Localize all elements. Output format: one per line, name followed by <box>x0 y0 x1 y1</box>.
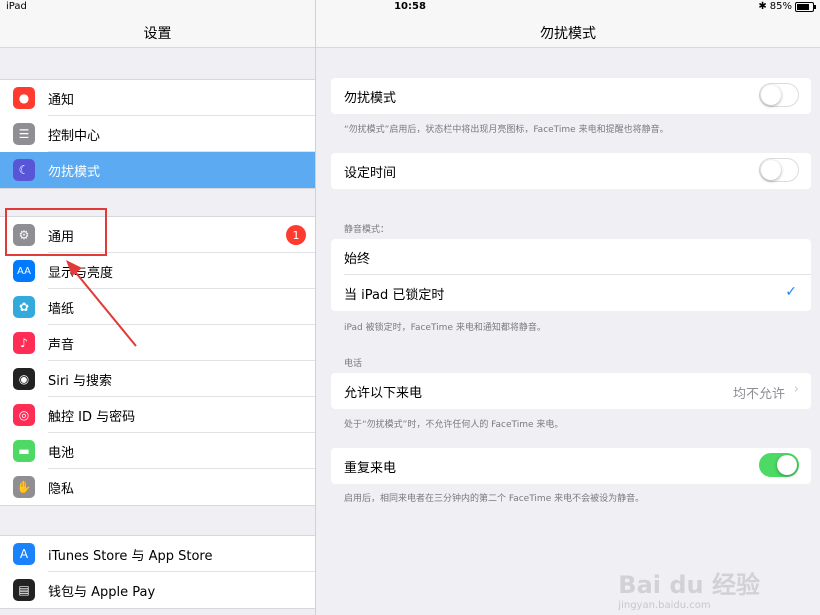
sidebar-item-control-center[interactable]: ☰ 控制中心 <box>0 116 315 152</box>
allow-calls-label: 允许以下来电 <box>344 385 423 401</box>
speaker-icon: ♪ <box>13 332 35 354</box>
sidebar-item-wallet[interactable]: ▤ 钱包与 Apple Pay <box>0 572 315 608</box>
sidebar-item-do-not-disturb[interactable]: ☾ 勿扰模式 <box>0 152 315 188</box>
sidebar-item-battery[interactable]: ▬ 电池 <box>0 433 315 469</box>
allow-calls-note: 处于“勿扰模式”时，不允许任何人的 FaceTime 来电。 <box>344 420 564 430</box>
silence-note: iPad 被锁定时，FaceTime 来电和通知都将静音。 <box>344 323 546 333</box>
wallet-icon: ▤ <box>13 579 35 601</box>
control-center-icon: ☰ <box>13 123 35 145</box>
hand-icon: ✋ <box>13 476 35 498</box>
sidebar-group-3: A iTunes Store 与 App Store ▤ 钱包与 Apple P… <box>0 535 315 609</box>
clock: 10:58 <box>394 1 426 12</box>
scheduled-toggle[interactable] <box>759 158 799 182</box>
repeated-calls-toggle[interactable] <box>759 453 799 477</box>
scheduled-row: 设定时间 <box>331 153 811 189</box>
sidebar-item-sounds[interactable]: ♪ 声音 <box>0 325 315 361</box>
battery-icon: ▬ <box>13 440 35 462</box>
display-icon: AA <box>13 260 35 282</box>
dnd-note: “勿扰模式”启用后，状态栏中将出现月亮图标，FaceTime 来电和提醒也将静音… <box>344 125 669 135</box>
notification-badge: 1 <box>286 225 306 245</box>
repeated-calls-note: 启用后，相同来电者在三分钟内的第二个 FaceTime 来电不会被设为静音。 <box>344 494 645 504</box>
allow-calls-row[interactable]: 允许以下来电 均不允许 › <box>331 373 811 409</box>
sidebar-item-siri[interactable]: ◉ Siri 与搜索 <box>0 361 315 397</box>
moon-icon: ☾ <box>13 159 35 181</box>
page-title: 勿扰模式 <box>540 26 596 42</box>
sidebar-item-touch-id[interactable]: ◎ 触控 ID 与密码 <box>0 397 315 433</box>
settings-sidebar: 设置 ● 通知 ☰ 控制中心 ☾ 勿扰模式 ⚙ 通用 1 AA 显示与亮度 ✿ … <box>0 0 316 615</box>
allow-calls-card: 允许以下来电 均不允许 › <box>331 373 811 409</box>
sidebar-group-2: ⚙ 通用 1 AA 显示与亮度 ✿ 墙纸 ♪ 声音 ◉ Siri 与搜索 ◎ 触… <box>0 216 315 506</box>
sidebar-item-label: 通知 <box>48 92 75 108</box>
silence-always-row[interactable]: 始终 <box>331 239 811 275</box>
battery-percent: 85% <box>769 1 792 12</box>
sidebar-item-label: 隐私 <box>48 481 75 497</box>
watermark: Bai du 经验 jingyan.baidu.com <box>618 565 760 611</box>
dnd-toggle[interactable] <box>759 83 799 107</box>
sidebar-item-privacy[interactable]: ✋ 隐私 <box>0 469 315 505</box>
dnd-label: 勿扰模式 <box>344 90 397 106</box>
silence-section-header: 静音模式： <box>344 225 390 235</box>
sidebar-item-label: iTunes Store 与 App Store <box>48 548 213 564</box>
notifications-icon: ● <box>13 87 35 109</box>
watermark-url: jingyan.baidu.com <box>618 600 711 611</box>
app-store-icon: A <box>13 543 35 565</box>
scheduled-card: 设定时间 <box>331 153 811 189</box>
sidebar-item-display[interactable]: AA 显示与亮度 <box>0 253 315 289</box>
chevron-right-icon: › <box>793 382 799 397</box>
silence-always-label: 始终 <box>344 251 371 267</box>
sidebar-item-notifications[interactable]: ● 通知 <box>0 80 315 116</box>
silence-card: 始终 当 iPad 已锁定时 ✓ <box>331 239 811 311</box>
allow-calls-value: 均不允许 <box>732 387 785 402</box>
scheduled-label: 设定时间 <box>344 165 397 181</box>
bluetooth-icon: ✱ <box>758 1 767 12</box>
detail-panel: 勿扰模式 勿扰模式 “勿扰模式”启用后，状态栏中将出现月亮图标，FaceTime… <box>316 0 820 615</box>
sidebar-item-label: 控制中心 <box>48 128 101 144</box>
sidebar-item-label: 钱包与 Apple Pay <box>48 584 156 600</box>
annotation-arrow-icon <box>66 260 137 347</box>
sidebar-group-1: ● 通知 ☰ 控制中心 ☾ 勿扰模式 <box>0 79 315 189</box>
repeated-calls-card: 重复来电 <box>331 448 811 484</box>
battery-status: ✱ 85% <box>758 1 816 12</box>
sidebar-item-wallpaper[interactable]: ✿ 墙纸 <box>0 289 315 325</box>
repeated-calls-row: 重复来电 <box>331 448 811 484</box>
fingerprint-icon: ◎ <box>13 404 35 426</box>
dnd-row: 勿扰模式 <box>331 78 811 114</box>
sidebar-item-app-store[interactable]: A iTunes Store 与 App Store <box>0 536 315 572</box>
sidebar-item-label: 触控 ID 与密码 <box>48 409 136 425</box>
status-bar: iPad 10:58 ✱ 85% <box>0 0 820 14</box>
battery-icon <box>795 1 816 12</box>
silence-locked-row[interactable]: 当 iPad 已锁定时 ✓ <box>331 275 811 311</box>
sidebar-item-label: 勿扰模式 <box>48 164 101 180</box>
dnd-card: 勿扰模式 <box>331 78 811 114</box>
checkmark-icon: ✓ <box>785 284 797 300</box>
sidebar-item-label: Siri 与搜索 <box>48 373 112 389</box>
siri-icon: ◉ <box>13 368 35 390</box>
sidebar-item-label: 电池 <box>48 445 75 461</box>
wallpaper-icon: ✿ <box>13 296 35 318</box>
repeated-calls-label: 重复来电 <box>344 460 397 476</box>
sidebar-title: 设置 <box>143 26 172 42</box>
phone-section-header: 电话 <box>344 359 363 369</box>
silence-locked-label: 当 iPad 已锁定时 <box>344 287 445 303</box>
annotation-highlight-box <box>5 208 107 256</box>
watermark-brand: Bai du 经验 <box>618 571 760 599</box>
